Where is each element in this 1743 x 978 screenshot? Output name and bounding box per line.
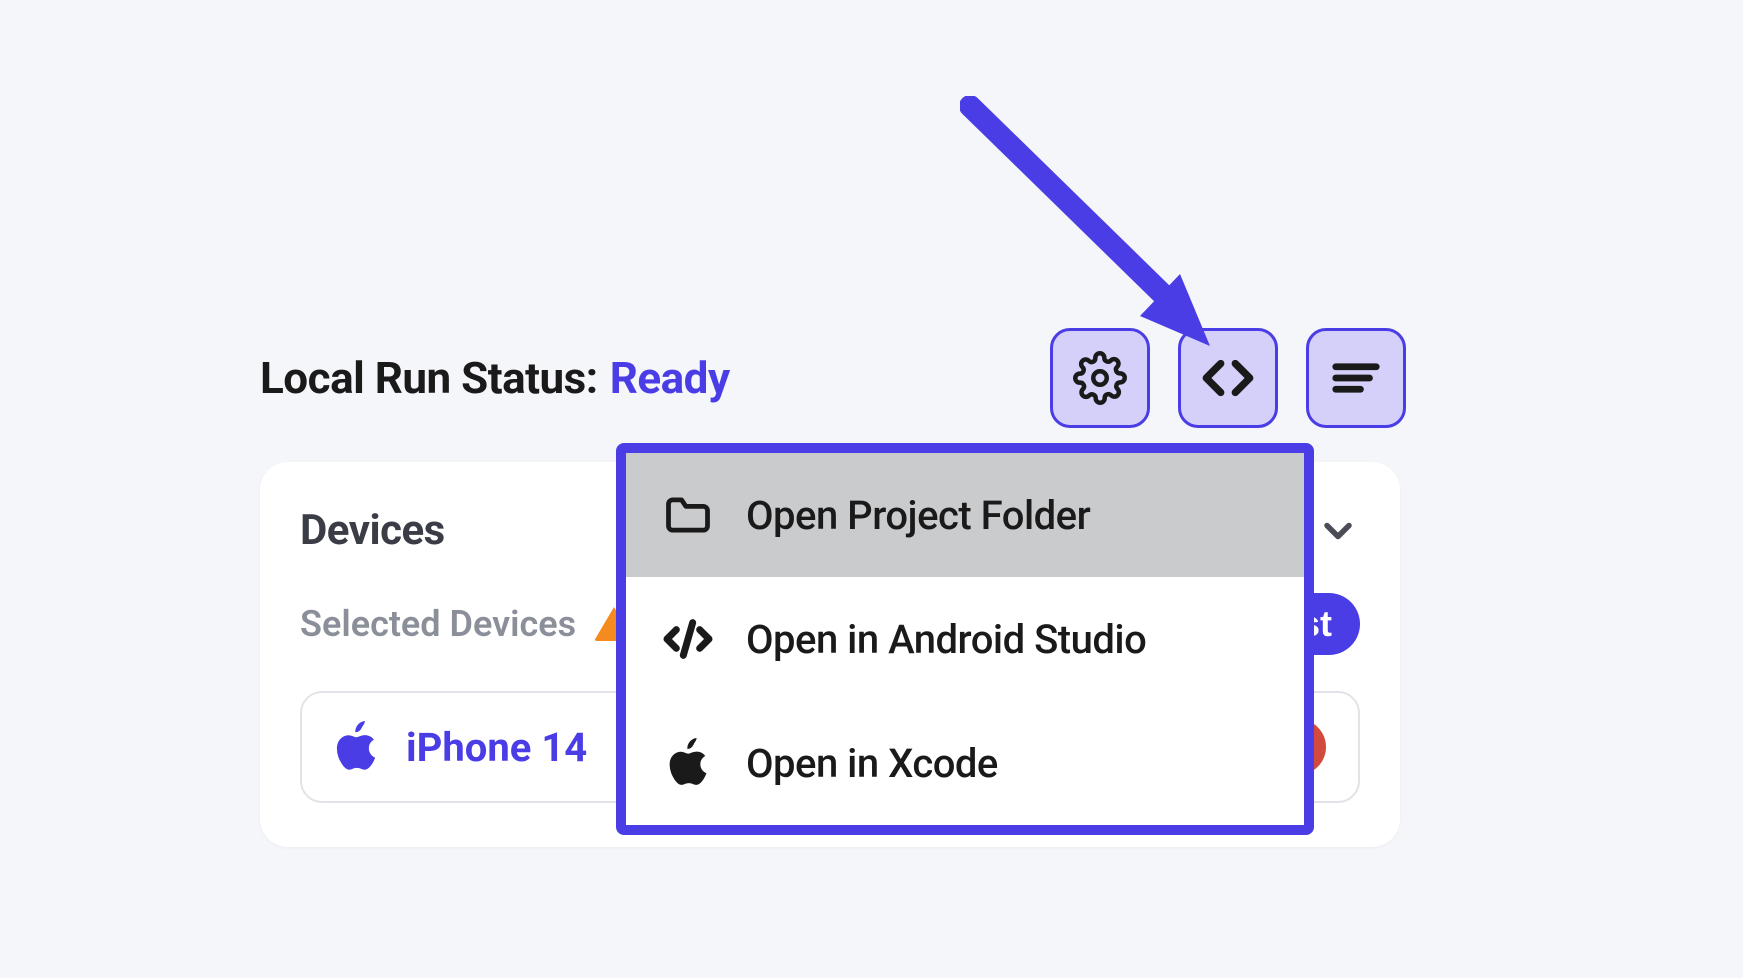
menu-open-project-folder[interactable]: Open Project Folder xyxy=(626,453,1304,577)
annotation-arrow xyxy=(960,96,1240,356)
gear-icon xyxy=(1073,351,1127,405)
menu-label: Open in Android Studio xyxy=(746,616,1146,663)
device-name: iPhone 14 xyxy=(406,724,587,771)
menu-label: Open Project Folder xyxy=(746,492,1090,539)
code-slash-icon xyxy=(660,611,716,667)
devices-title: Devices xyxy=(300,506,445,555)
menu-label: Open in Xcode xyxy=(746,740,998,787)
status-row: Local Run Status: Ready xyxy=(260,352,730,404)
menu-open-xcode[interactable]: Open in Xcode xyxy=(626,701,1304,825)
menu-icon xyxy=(1329,351,1383,405)
apple-icon xyxy=(334,721,378,773)
folder-icon xyxy=(662,489,714,541)
status-label: Local Run Status: xyxy=(260,352,598,404)
chevron-down-icon xyxy=(1316,509,1360,553)
status-value: Ready xyxy=(610,352,730,404)
code-icon xyxy=(1199,349,1257,407)
selected-devices-label: Selected Devices xyxy=(300,603,576,645)
code-menu-popup: Open Project Folder Open in Android Stud… xyxy=(616,443,1314,835)
apple-icon xyxy=(667,738,709,788)
menu-button[interactable] xyxy=(1306,328,1406,428)
menu-open-android-studio[interactable]: Open in Android Studio xyxy=(626,577,1304,701)
